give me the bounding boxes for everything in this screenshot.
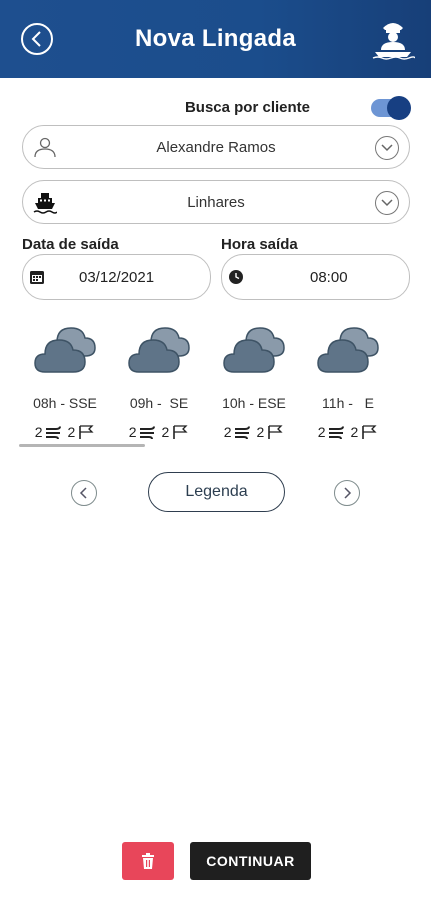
delete-button[interactable] xyxy=(122,842,174,880)
calendar-icon xyxy=(30,271,44,284)
flag-icon xyxy=(268,425,283,439)
cloud-icon xyxy=(223,327,285,373)
trash-icon xyxy=(142,853,154,869)
toggle-knob xyxy=(387,96,411,120)
client-select-value: Alexandre Ramos xyxy=(156,138,276,156)
wind-value: 2 xyxy=(34,424,43,440)
vessel-select[interactable]: Linhares xyxy=(22,180,410,224)
legend-button[interactable]: Legenda xyxy=(148,472,285,512)
forecast-hour: 11h - E xyxy=(322,395,374,411)
client-search-label: Busca por cliente xyxy=(184,99,310,116)
wind-value: 2 xyxy=(317,424,326,440)
departure-date-value: 03/12/2021 xyxy=(79,268,155,286)
cloud-icon xyxy=(34,327,96,373)
chevron-down-icon[interactable] xyxy=(375,136,399,160)
back-button[interactable] xyxy=(21,23,53,55)
waves-value: 2 xyxy=(161,424,170,440)
cloud-icon xyxy=(317,327,379,373)
forecast-hour: 10h - ESE xyxy=(222,395,286,411)
chevron-left-icon xyxy=(79,487,87,499)
forecast-metrics: 22 xyxy=(207,424,301,440)
boat-icon xyxy=(33,193,57,214)
app-header: Nova Lingada xyxy=(0,0,431,78)
waves-value: 2 xyxy=(67,424,76,440)
vessel-select-value: Linhares xyxy=(187,193,245,211)
forecast-metrics: 22 xyxy=(112,424,206,440)
departure-date-label: Data de saída xyxy=(22,236,119,253)
wind-icon xyxy=(139,426,155,439)
clock-icon xyxy=(229,270,243,284)
client-select[interactable]: Alexandre Ramos xyxy=(22,125,410,169)
client-search-row: Busca por cliente xyxy=(0,94,431,122)
flag-icon xyxy=(79,425,94,439)
sailor-on-boat-icon[interactable] xyxy=(371,16,415,60)
wind-value: 2 xyxy=(128,424,137,440)
departure-time-field[interactable]: 08:00 xyxy=(221,254,410,300)
waves-value: 2 xyxy=(350,424,359,440)
forecast-hour: 08h - SSE xyxy=(33,395,97,411)
departure-time-value: 08:00 xyxy=(310,268,348,286)
wind-icon xyxy=(234,426,250,439)
departure-date-field[interactable]: 03/12/2021 xyxy=(22,254,211,300)
forecast-metrics: 22 xyxy=(18,424,112,440)
forecast-hour: 09h - SE xyxy=(129,395,189,411)
cloud-icon xyxy=(128,327,190,373)
page-title: Nova Lingada xyxy=(135,25,296,52)
wind-icon xyxy=(45,426,61,439)
client-search-toggle[interactable] xyxy=(371,96,411,120)
weather-card[interactable]: 11h - E22 xyxy=(301,320,395,448)
next-button[interactable] xyxy=(334,480,360,506)
chevron-down-icon[interactable] xyxy=(375,191,399,215)
chevron-left-icon xyxy=(31,31,41,47)
wind-value: 2 xyxy=(223,424,232,440)
departure-time-label: Hora saída xyxy=(221,236,298,253)
weather-card[interactable]: 09h - SE 2 2 xyxy=(112,320,206,448)
wind-icon xyxy=(328,426,344,439)
previous-button[interactable] xyxy=(71,480,97,506)
user-icon xyxy=(34,137,56,158)
flag-icon xyxy=(173,425,188,439)
forecast-metrics: 22 xyxy=(301,424,395,440)
weather-card[interactable]: 08h - SSE 2 2 xyxy=(18,320,112,448)
continue-button[interactable]: CONTINUAR xyxy=(190,842,311,880)
chevron-right-icon xyxy=(344,487,352,499)
weather-card[interactable]: 10h - ESE 2 2 xyxy=(207,320,301,448)
scroll-indicator xyxy=(19,444,145,447)
flag-icon xyxy=(362,425,377,439)
waves-value: 2 xyxy=(256,424,265,440)
